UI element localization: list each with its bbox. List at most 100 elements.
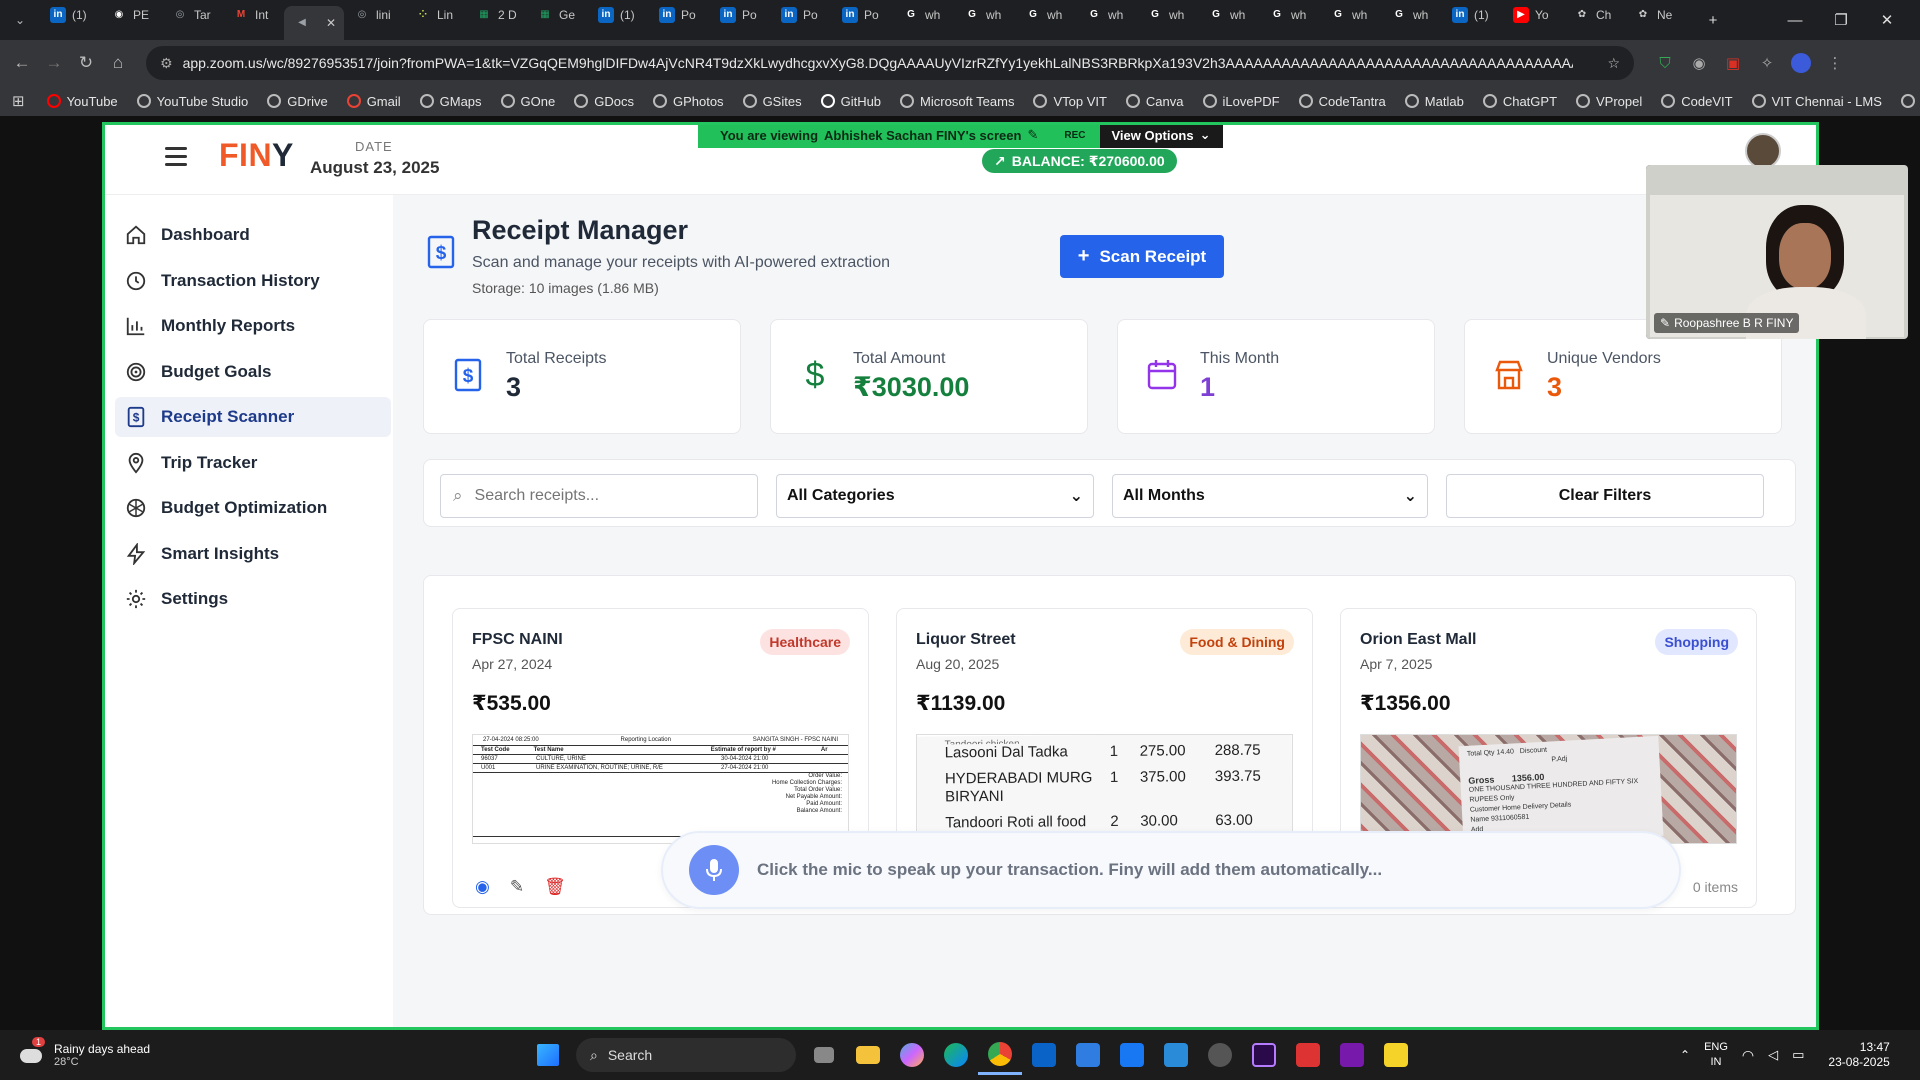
back-button[interactable]: ← xyxy=(6,53,38,73)
finy-logo[interactable]: FINY xyxy=(219,137,294,174)
apps-grid-icon[interactable]: ⊞ xyxy=(12,92,25,110)
windows-start-icon[interactable] xyxy=(526,1035,570,1075)
github-desktop-icon[interactable] xyxy=(1198,1035,1242,1075)
bookmark-item[interactable]: Udemy xyxy=(1900,94,1920,109)
tab-search-button[interactable]: ⌄ xyxy=(0,13,40,27)
browser-tab[interactable]: ◉ PE xyxy=(101,0,162,30)
bookmark-item[interactable]: GPhotos xyxy=(652,94,724,109)
forward-button[interactable]: → xyxy=(38,53,70,73)
browser-tab[interactable]: M Int xyxy=(223,0,284,30)
browser-tab[interactable]: in Po xyxy=(771,0,832,30)
browser-tab[interactable]: ✿ Ch xyxy=(1564,0,1625,30)
bookmark-item[interactable]: Canva xyxy=(1125,94,1184,109)
onenote-icon[interactable] xyxy=(1330,1035,1374,1075)
restore-button[interactable]: ❐ xyxy=(1818,11,1864,29)
pdf-extension-icon[interactable]: ▣ xyxy=(1716,54,1750,72)
battery-icon[interactable]: ▭ xyxy=(1792,1047,1804,1063)
snipping-tool-icon[interactable] xyxy=(1286,1035,1330,1075)
bookmark-item[interactable]: GMaps xyxy=(419,94,482,109)
new-tab-button[interactable]: + xyxy=(1690,12,1736,29)
bookmark-item[interactable]: ChatGPT xyxy=(1482,94,1557,109)
scan-receipt-button[interactable]: + Scan Receipt xyxy=(1060,235,1224,278)
browser-tab[interactable]: in (1) xyxy=(1442,0,1503,30)
search-box[interactable]: ⌕ xyxy=(440,474,758,518)
file-explorer-icon[interactable] xyxy=(846,1035,890,1075)
sidebar-item-smart-insights[interactable]: Smart Insights xyxy=(115,534,391,574)
bookmark-item[interactable]: iLovePDF xyxy=(1202,94,1280,109)
edit-pencil-icon[interactable]: ✎ xyxy=(510,877,524,897)
delete-trash-icon[interactable]: 🗑 xyxy=(544,877,566,897)
browser-tab[interactable]: Gwh xyxy=(1076,0,1137,30)
bookmark-item[interactable]: YouTube Studio xyxy=(136,94,248,109)
sidebar-item-settings[interactable]: Settings xyxy=(115,579,391,619)
bookmark-item[interactable]: VIT Chennai - LMS xyxy=(1751,94,1882,109)
app-blue-icon[interactable] xyxy=(1110,1035,1154,1075)
bookmark-item[interactable]: Microsoft Teams xyxy=(900,94,1014,109)
browser-tab[interactable]: in (1) xyxy=(588,0,649,30)
browser-tab[interactable]: ◎ lini xyxy=(344,0,405,30)
bookmark-item[interactable]: Matlab xyxy=(1404,94,1464,109)
copilot-icon[interactable] xyxy=(890,1035,934,1075)
browser-tab[interactable]: ▦ 2 D xyxy=(466,0,527,30)
bookmark-item[interactable]: GDrive xyxy=(267,94,328,109)
browser-tab[interactable]: Gwh xyxy=(893,0,954,30)
browser-tab[interactable]: Gwh xyxy=(954,0,1015,30)
browser-tab[interactable]: Gwh xyxy=(1320,0,1381,30)
bookmark-item[interactable]: CodeTantra xyxy=(1298,94,1386,109)
vscode-icon[interactable] xyxy=(1154,1035,1198,1075)
clear-filters-button[interactable]: Clear Filters xyxy=(1446,474,1764,518)
store-icon[interactable] xyxy=(1066,1035,1110,1075)
browser-tab[interactable]: ▶ Yo xyxy=(1503,0,1564,30)
category-select[interactable]: All Categories ⌄ xyxy=(776,474,1094,518)
profile-avatar[interactable] xyxy=(1784,53,1818,73)
edge-icon[interactable] xyxy=(934,1035,978,1075)
browser-tab[interactable]: in Po xyxy=(710,0,771,30)
search-input[interactable] xyxy=(474,487,725,505)
bookmark-item[interactable]: YouTube xyxy=(46,94,118,109)
sidebar-item-dashboard[interactable]: Dashboard xyxy=(115,215,391,255)
shield-extension-icon[interactable]: ⛉ xyxy=(1648,55,1682,72)
volume-icon[interactable]: ◁ xyxy=(1768,1047,1778,1063)
bookmark-item[interactable]: VTop VIT xyxy=(1033,94,1107,109)
close-window-button[interactable]: ✕ xyxy=(1864,11,1910,29)
receipt-image[interactable]: Total Qty 14.40 Discount P.Adj Gross 1356.… xyxy=(1360,734,1737,844)
sticky-notes-icon[interactable] xyxy=(1374,1035,1418,1075)
user-avatar[interactable] xyxy=(1745,133,1781,169)
month-select[interactable]: All Months ⌄ xyxy=(1112,474,1428,518)
bookmark-item[interactable]: Gmail xyxy=(346,94,401,109)
camera-extension-icon[interactable]: ◉ xyxy=(1682,54,1716,72)
browser-tab[interactable]: Gwh xyxy=(1198,0,1259,30)
browser-tab[interactable]: ◀ ✕ xyxy=(284,6,344,40)
browser-tab[interactable]: Gwh xyxy=(1137,0,1198,30)
hamburger-menu-icon[interactable] xyxy=(165,147,187,166)
outlook-icon[interactable] xyxy=(1022,1035,1066,1075)
browser-tab[interactable]: Gwh xyxy=(1015,0,1076,30)
taskbar-search[interactable]: ⌕ Search xyxy=(576,1038,796,1072)
browser-tab[interactable]: ◎ Tar xyxy=(162,0,223,30)
language-indicator[interactable]: ENG IN xyxy=(1704,1040,1728,1070)
participant-video-tile[interactable]: ✎ Roopashree B R FINY xyxy=(1646,165,1908,339)
sidebar-item-trip-tracker[interactable]: Trip Tracker xyxy=(115,443,391,483)
wifi-icon[interactable]: ◠ xyxy=(1742,1047,1754,1064)
browser-tab[interactable]: in Po xyxy=(649,0,710,30)
reload-button[interactable]: ↻ xyxy=(70,53,102,73)
bookmark-item[interactable]: GDocs xyxy=(574,94,634,109)
bookmark-item[interactable]: GSites xyxy=(742,94,802,109)
site-info-icon[interactable]: ⚙ xyxy=(160,55,173,72)
view-eye-icon[interactable]: ◉ xyxy=(475,877,490,897)
weather-widget[interactable]: 1 Rainy days ahead 28°C xyxy=(18,1037,150,1069)
receipt-image[interactable]: Tandoori chickenLasooni Dal Tadka1275.00… xyxy=(916,734,1293,844)
bookmark-item[interactable]: CodeVIT xyxy=(1661,94,1733,109)
browser-tab[interactable]: Gwh xyxy=(1259,0,1320,30)
browser-tab[interactable]: in Po xyxy=(832,0,893,30)
close-tab-icon[interactable]: ✕ xyxy=(326,16,336,30)
bookmark-star-icon[interactable]: ☆ xyxy=(1607,55,1620,72)
home-button[interactable]: ⌂ xyxy=(102,53,134,73)
browser-tab[interactable]: ⁘ Lin xyxy=(405,0,466,30)
extensions-puzzle-icon[interactable]: ✧ xyxy=(1750,54,1784,72)
premiere-icon[interactable] xyxy=(1242,1035,1286,1075)
browser-tab[interactable]: ▦ Ge xyxy=(527,0,588,30)
browser-tab[interactable]: ✿ Ne xyxy=(1625,0,1686,30)
minimize-button[interactable]: — xyxy=(1772,12,1818,29)
sidebar-item-receipt-scanner[interactable]: $ Receipt Scanner xyxy=(115,397,391,437)
